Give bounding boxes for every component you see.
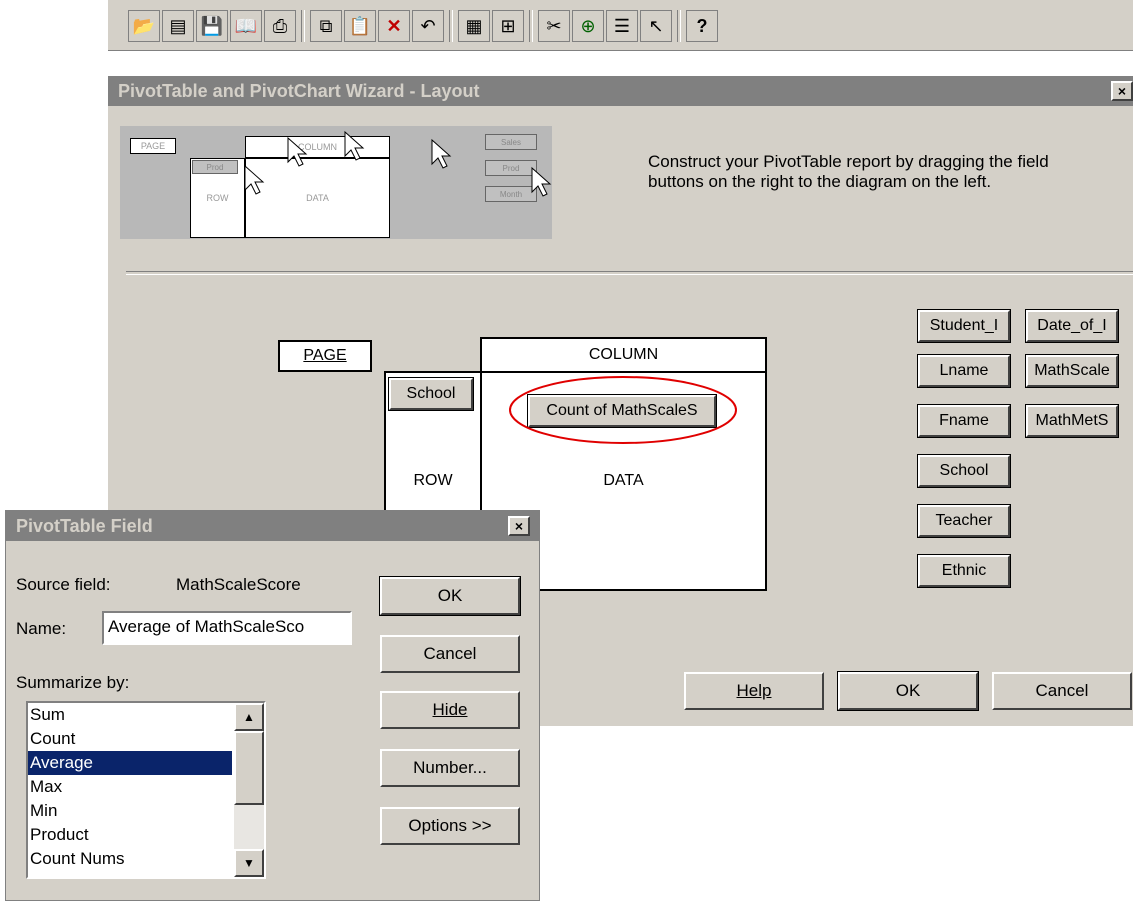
list-item-selected[interactable]: Average [28, 751, 232, 775]
book-icon[interactable]: 📖 [230, 10, 262, 42]
field-date-of-birth[interactable]: Date_of_I [1025, 309, 1119, 343]
field-mathscale[interactable]: MathScale [1025, 354, 1119, 388]
thumb-cursor-icons [244, 130, 552, 197]
name-label: Name: [16, 619, 67, 638]
toolbar: 📂 ▤ 💾 📖 ⎙ ⧉ 📋 ✕ ↶ ▦ ⊞ ✂ ⊕ ☰ ↖ ? [108, 0, 1133, 51]
field-lname[interactable]: Lname [917, 354, 1011, 388]
row-field-school[interactable]: School [388, 377, 474, 411]
wizard-ok-button[interactable]: OK [837, 671, 979, 711]
pointer-icon[interactable]: ↖ [640, 10, 672, 42]
list-item[interactable]: Count [28, 727, 232, 751]
delete-icon[interactable]: ✕ [378, 10, 410, 42]
add-icon[interactable]: ⊞ [492, 10, 524, 42]
scroll-up-icon[interactable]: ▲ [234, 703, 264, 731]
page-drop-area[interactable]: PAGE [278, 340, 372, 372]
wizard-close-icon[interactable]: × [1111, 81, 1133, 101]
source-field-label: Source field: [16, 575, 111, 594]
dialog-title: PivotTable Field [16, 515, 153, 536]
list-item[interactable]: Count Nums [28, 847, 232, 871]
dialog-close-icon[interactable]: × [508, 516, 530, 536]
list-item[interactable]: Product [28, 823, 232, 847]
field-mathmets[interactable]: MathMetS [1025, 404, 1119, 438]
wizard-instructions: Construct your PivotTable report by drag… [648, 152, 1049, 191]
wizard-cancel-button[interactable]: Cancel [992, 672, 1132, 710]
source-field-value: MathScaleScore [176, 575, 301, 594]
pivottable-field-dialog: PivotTable Field × Source field: MathSca… [5, 510, 540, 901]
options-button[interactable]: Options >> [380, 807, 520, 845]
list-scrollbar[interactable]: ▲ ▼ [234, 703, 264, 877]
list-icon[interactable]: ☰ [606, 10, 638, 42]
highlight-circle [509, 376, 737, 444]
field-fname[interactable]: Fname [917, 404, 1011, 438]
wizard-title-bar: PivotTable and PivotChart Wizard - Layou… [108, 76, 1133, 106]
dialog-title-bar: PivotTable Field [6, 511, 539, 541]
print-icon[interactable]: ⎙ [264, 10, 296, 42]
summarize-by-label: Summarize by: [16, 673, 130, 692]
wizard-title: PivotTable and PivotChart Wizard - Layou… [118, 80, 480, 101]
scroll-down-icon[interactable]: ▼ [234, 849, 264, 877]
paste-icon[interactable]: 📋 [344, 10, 376, 42]
field-ethnic[interactable]: Ethnic [917, 554, 1011, 588]
hide-button[interactable]: Hide [380, 691, 520, 729]
save-icon[interactable]: 💾 [196, 10, 228, 42]
field-teacher[interactable]: Teacher [917, 504, 1011, 538]
summarize-by-list[interactable]: Sum Count Average Max Min Product Count … [26, 701, 266, 879]
field-school[interactable]: School [917, 454, 1011, 488]
scroll-thumb[interactable] [234, 731, 264, 805]
divider [126, 271, 1133, 275]
list-item[interactable]: Max [28, 775, 232, 799]
dialog-cancel-button[interactable]: Cancel [380, 635, 520, 673]
pivot-icon[interactable]: ▤ [162, 10, 194, 42]
list-item[interactable]: Min [28, 799, 232, 823]
chart-icon[interactable]: ▦ [458, 10, 490, 42]
field-student-id[interactable]: Student_I [917, 309, 1011, 343]
layout-thumbnail: PAGE COLUMN ROW DATA Prod Sales Prod Mon… [120, 126, 552, 239]
undo-icon[interactable]: ↶ [412, 10, 444, 42]
help-button[interactable]: Help [684, 672, 824, 710]
cut-icon[interactable]: ✂ [538, 10, 570, 42]
number-button[interactable]: Number... [380, 749, 520, 787]
insert-icon[interactable]: ⊕ [572, 10, 604, 42]
list-item[interactable]: Sum [28, 703, 232, 727]
dialog-ok-button[interactable]: OK [379, 576, 521, 616]
copy-icon[interactable]: ⧉ [310, 10, 342, 42]
help-icon[interactable]: ? [686, 10, 718, 42]
name-input[interactable]: Average of MathScaleSco [102, 611, 352, 645]
column-drop-area[interactable]: COLUMN [480, 337, 767, 373]
open-icon[interactable]: 📂 [128, 10, 160, 42]
